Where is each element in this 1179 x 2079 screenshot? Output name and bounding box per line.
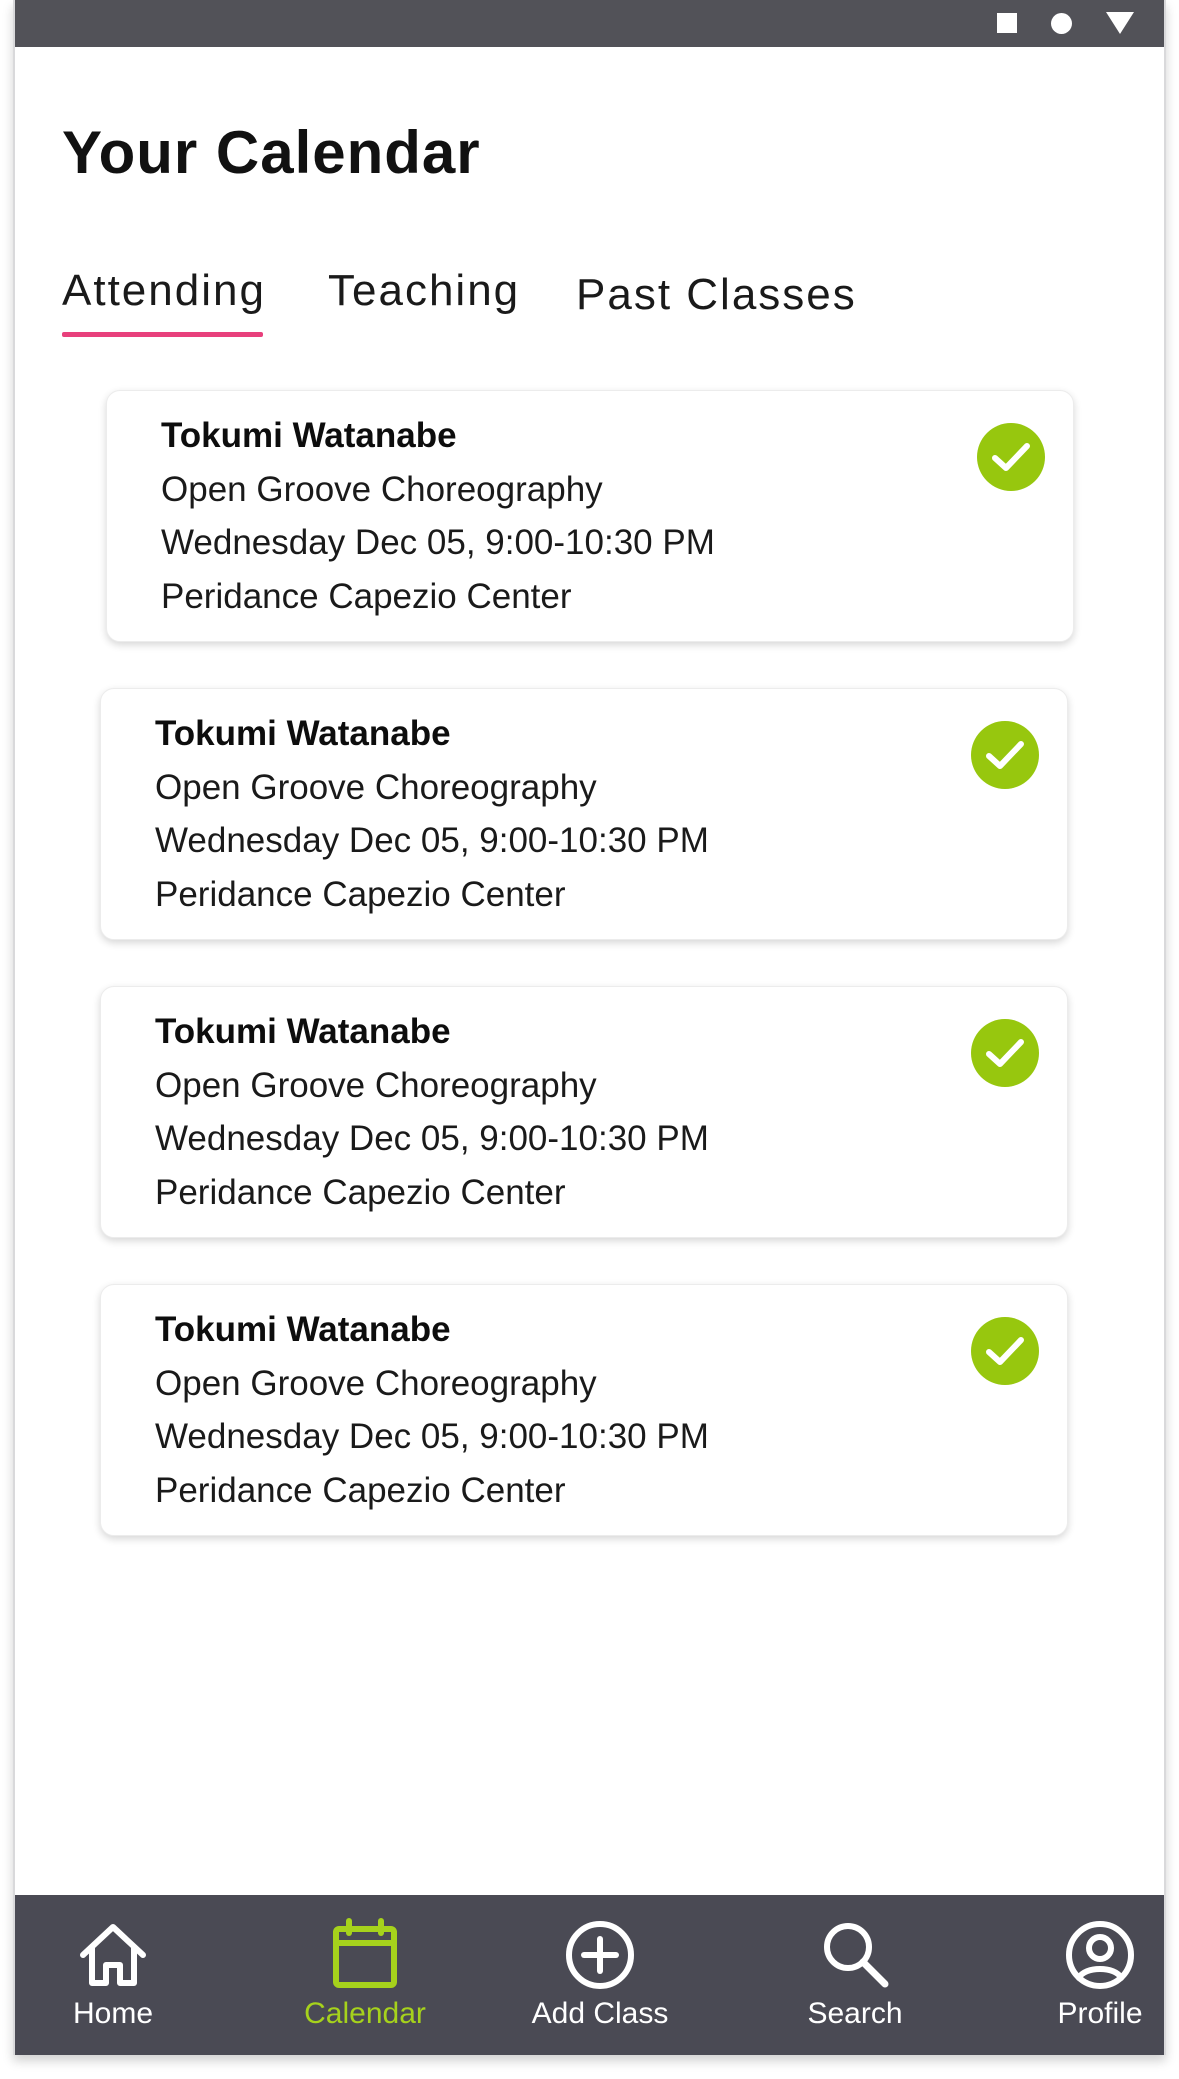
- class-datetime: Wednesday Dec 05, 9:00-10:30 PM: [155, 821, 709, 860]
- home-icon: [80, 1924, 146, 1986]
- class-name: Open Groove Choreography: [155, 1065, 597, 1105]
- triangle-icon: [1106, 12, 1134, 34]
- tab-attending[interactable]: Attending: [62, 266, 266, 316]
- check-circle-icon[interactable]: [971, 1019, 1039, 1087]
- nav-item-search[interactable]: Search: [785, 1895, 925, 2055]
- class-location: Peridance Capezio Center: [155, 1470, 566, 1510]
- add-circle-icon: [566, 1921, 634, 1989]
- nav-item-calendar[interactable]: Calendar: [285, 1895, 445, 2055]
- instructor-name: Tokumi Watanabe: [161, 416, 457, 455]
- nav-item-home[interactable]: Home: [53, 1895, 173, 2055]
- class-card[interactable]: Tokumi Watanabe Open Groove Choreography…: [100, 688, 1068, 940]
- nav-item-profile[interactable]: Profile: [1035, 1895, 1164, 2055]
- app-frame: Your Calendar Attending Teaching Past Cl…: [13, 0, 1166, 2055]
- class-datetime: Wednesday Dec 05, 9:00-10:30 PM: [155, 1417, 709, 1456]
- nav-item-add-class[interactable]: Add Class: [515, 1895, 685, 2055]
- active-tab-indicator: [62, 332, 263, 337]
- class-name: Open Groove Choreography: [161, 469, 603, 509]
- tab-teaching[interactable]: Teaching: [328, 266, 520, 316]
- nav-label-search: Search: [807, 1997, 903, 2030]
- class-name: Open Groove Choreography: [155, 767, 597, 807]
- class-card[interactable]: Tokumi Watanabe Open Groove Choreography…: [106, 390, 1074, 642]
- status-icons: [997, 12, 1134, 34]
- class-location: Peridance Capezio Center: [161, 576, 572, 616]
- class-card-details: Tokumi Watanabe Open Groove Choreography…: [155, 1005, 709, 1219]
- instructor-name: Tokumi Watanabe: [155, 714, 451, 753]
- check-circle-icon[interactable]: [971, 721, 1039, 789]
- nav-label-home: Home: [72, 1997, 154, 2030]
- instructor-name: Tokumi Watanabe: [155, 1012, 451, 1051]
- page-title: Your Calendar: [62, 119, 481, 186]
- class-name: Open Groove Choreography: [155, 1363, 597, 1403]
- check-circle-icon[interactable]: [977, 423, 1045, 491]
- class-card[interactable]: Tokumi Watanabe Open Groove Choreography…: [100, 986, 1068, 1238]
- tab-past-classes[interactable]: Past Classes: [576, 270, 857, 320]
- class-card-details: Tokumi Watanabe Open Groove Choreography…: [161, 409, 715, 623]
- bottom-nav: Home Calendar Add Class Search Profile: [15, 1895, 1164, 2055]
- class-card[interactable]: Tokumi Watanabe Open Groove Choreography…: [100, 1284, 1068, 1536]
- nav-label-add-class: Add Class: [531, 1997, 669, 2030]
- circle-icon: [1051, 12, 1072, 34]
- nav-label-profile: Profile: [1057, 1997, 1143, 2030]
- search-icon: [824, 1923, 889, 1988]
- class-location: Peridance Capezio Center: [155, 1172, 566, 1212]
- square-icon: [997, 13, 1017, 33]
- nav-label-calendar: Calendar: [304, 1997, 426, 2030]
- status-bar: [15, 0, 1164, 47]
- class-datetime: Wednesday Dec 05, 9:00-10:30 PM: [155, 1119, 709, 1158]
- profile-icon: [1066, 1921, 1134, 1989]
- class-location: Peridance Capezio Center: [155, 874, 566, 914]
- class-card-details: Tokumi Watanabe Open Groove Choreography…: [155, 707, 709, 921]
- calendar-icon: [333, 1918, 397, 1988]
- class-card-details: Tokumi Watanabe Open Groove Choreography…: [155, 1303, 709, 1517]
- check-circle-icon[interactable]: [971, 1317, 1039, 1385]
- class-datetime: Wednesday Dec 05, 9:00-10:30 PM: [161, 523, 715, 562]
- instructor-name: Tokumi Watanabe: [155, 1310, 451, 1349]
